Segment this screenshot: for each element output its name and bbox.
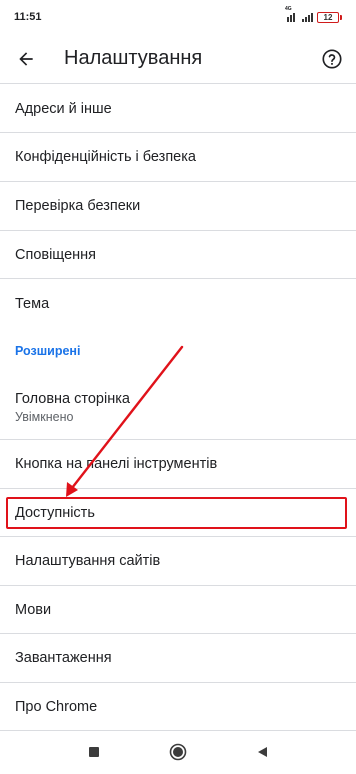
battery-icon: 12 <box>317 11 342 23</box>
settings-item-site-settings[interactable]: Налаштування сайтів <box>0 537 356 586</box>
settings-item-theme[interactable]: Тема <box>0 279 356 328</box>
signal-icon-2 <box>302 12 313 22</box>
item-label: Кнопка на панелі інструментів <box>15 456 218 472</box>
item-label: Конфіденційність і безпека <box>15 149 196 165</box>
item-label: Налаштування сайтів <box>15 553 161 569</box>
item-label: Головна сторінка <box>15 390 130 407</box>
settings-item-privacy[interactable]: Конфіденційність і безпека <box>0 133 356 182</box>
settings-item-about-chrome[interactable]: Про Chrome <box>0 683 356 731</box>
item-label: Доступність <box>15 504 95 521</box>
status-icons: 4G 12 <box>285 6 342 23</box>
item-label: Сповіщення <box>15 246 97 263</box>
nav-home-button[interactable] <box>165 739 191 765</box>
page-title: Налаштування <box>64 47 203 69</box>
signal-icon: 4G <box>285 6 298 22</box>
battery-level: 12 <box>317 11 339 23</box>
back-button[interactable] <box>14 47 38 71</box>
arrow-left-icon <box>19 51 33 66</box>
settings-item-languages[interactable]: Мови <box>0 586 356 634</box>
settings-item-homepage[interactable]: Головна сторінка Увімкнено <box>0 375 356 440</box>
network-type: 4G <box>285 6 292 12</box>
settings-item-accessibility[interactable]: Доступність <box>0 489 356 537</box>
item-sublabel: Увімкнено <box>15 409 74 424</box>
help-circle-icon <box>322 48 342 69</box>
status-bar: 11:51 4G 12 <box>0 0 356 34</box>
item-label: Завантаження <box>15 650 112 666</box>
item-label: Перевірка безпеки <box>15 198 141 214</box>
settings-item-notifications[interactable]: Сповіщення <box>0 231 356 279</box>
status-time: 11:51 <box>14 11 42 23</box>
item-label: Тема <box>15 295 50 312</box>
item-label: Мови <box>15 601 52 618</box>
triangle-icon <box>258 747 267 757</box>
section-header-advanced: Розширені <box>15 344 81 358</box>
app-bar: Налаштування <box>0 34 356 84</box>
nav-back-button[interactable] <box>249 739 275 765</box>
settings-item-safety-check[interactable]: Перевірка безпеки <box>0 182 356 231</box>
settings-item-downloads[interactable]: Завантаження <box>0 634 356 683</box>
item-label: Про Chrome <box>15 698 98 715</box>
settings-item-toolbar-button[interactable]: Кнопка на панелі інструментів <box>0 440 356 489</box>
item-label: Адреси й інше <box>15 100 112 117</box>
system-nav-bar <box>0 730 356 774</box>
nav-recents-button[interactable] <box>81 739 107 765</box>
settings-item-addresses[interactable]: Адреси й інше <box>0 85 356 133</box>
circle-icon <box>169 743 187 761</box>
square-icon <box>89 747 99 757</box>
help-button[interactable] <box>321 48 343 70</box>
